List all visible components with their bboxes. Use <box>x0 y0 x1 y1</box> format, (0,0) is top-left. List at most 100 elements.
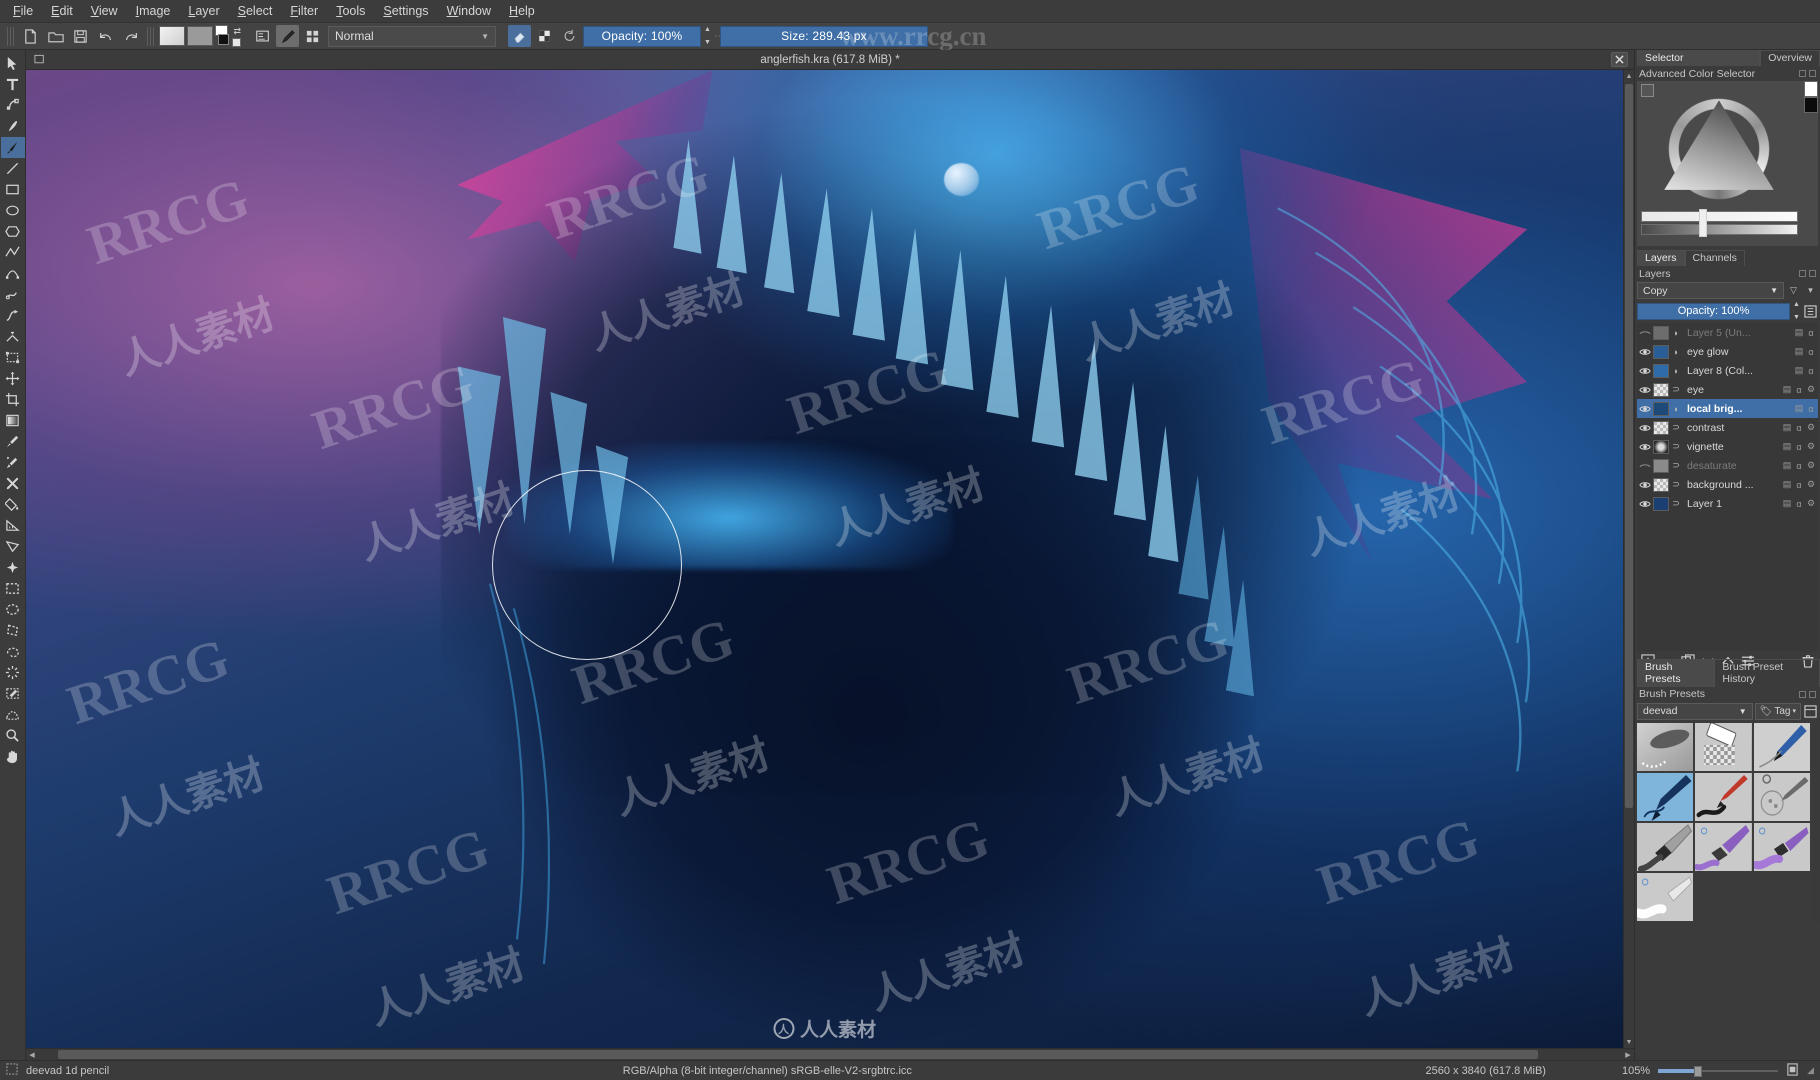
brush-preset-spray-brush[interactable] <box>1753 772 1810 821</box>
brush-preset-eraser-brush[interactable] <box>1695 722 1752 771</box>
brush-preset-ink-pen-brush[interactable] <box>1637 772 1694 821</box>
fit-page-icon[interactable] <box>1786 1062 1799 1079</box>
canvas[interactable]: RRCG 人人素材 RRCG 人人素材 RRCG 人人素材 RRCG 人人素材 RRCG 人人素材… <box>26 70 1623 1048</box>
pan-tool[interactable] <box>1 746 25 767</box>
freehand-path-tool[interactable] <box>1 284 25 305</box>
background-color-swatch[interactable] <box>1804 97 1818 113</box>
alpha-inherit-icon[interactable]: ◗ <box>1671 326 1681 339</box>
preserve-alpha-icon[interactable] <box>533 25 556 47</box>
lock-icon[interactable]: ▤ <box>1782 460 1792 471</box>
transparency-icon[interactable]: ⊃ <box>1671 440 1681 453</box>
layer-row[interactable]: ⊃ vignette ▤ α ⚙ <box>1637 437 1818 456</box>
lock-icon[interactable]: ▤ <box>1782 441 1792 452</box>
menu-item-view[interactable]: View <box>82 1 127 21</box>
multibrush-tool[interactable] <box>1 326 25 347</box>
layer-row[interactable]: ◗ local brig... ▤ α <box>1637 399 1818 418</box>
filter-icon[interactable]: ⚙ <box>1806 441 1816 452</box>
contiguous-selection-tool[interactable] <box>1 662 25 683</box>
text-tool[interactable] <box>1 74 25 95</box>
redo-icon[interactable] <box>119 25 142 47</box>
color-slider-1[interactable] <box>1641 211 1798 222</box>
new-document-icon[interactable] <box>19 25 42 47</box>
zoom-slider[interactable] <box>1658 1065 1779 1077</box>
gradient-swatch[interactable] <box>159 26 185 46</box>
filter-icon[interactable]: ⚙ <box>1806 384 1816 395</box>
layer-name[interactable]: local brig... <box>1683 403 1792 415</box>
layer-filter-icon[interactable]: ▽ <box>1786 282 1801 299</box>
scroll-up-arrow[interactable]: ▲ <box>1624 70 1634 82</box>
tab-channels[interactable]: Channels <box>1684 250 1745 266</box>
bezier-curve-tool[interactable] <box>1 263 25 284</box>
layer-name[interactable]: vignette <box>1683 441 1780 453</box>
layer-row[interactable]: ⊃ Layer 1 ▤ α ⚙ <box>1637 494 1818 513</box>
menu-item-window[interactable]: Window <box>438 1 500 21</box>
edit-shapes-tool[interactable] <box>1 95 25 116</box>
reset-rotation-icon[interactable] <box>558 25 581 47</box>
zoom-tool[interactable] <box>1 725 25 746</box>
alpha-inherit-icon[interactable]: ◗ <box>1671 402 1681 415</box>
crop-tool[interactable] <box>1 389 25 410</box>
opacity-slider[interactable]: Opacity: 100% <box>583 25 701 47</box>
brush-preset-pencil-brush[interactable] <box>1753 722 1810 771</box>
layer-row[interactable]: ◗ eye glow ▤ α <box>1637 342 1818 361</box>
bezier-selection-tool[interactable] <box>1 704 25 725</box>
color-slider-2[interactable] <box>1641 224 1798 235</box>
dock-controls[interactable] <box>1799 70 1816 77</box>
menu-item-filter[interactable]: Filter <box>281 1 327 21</box>
transform-tool[interactable] <box>1 347 25 368</box>
layer-name[interactable]: desaturate <box>1683 460 1780 472</box>
workspace-chooser-icon[interactable] <box>301 25 324 47</box>
lock-icon[interactable]: ▤ <box>1794 346 1804 357</box>
brush-grid-scrollbar[interactable] <box>1812 720 1820 923</box>
brush-preset-soft-blob-brush[interactable] <box>1637 722 1694 771</box>
vertical-scroll-thumb[interactable] <box>1625 84 1633 808</box>
toolbar-grip-2[interactable] <box>147 26 154 46</box>
layer-name[interactable]: contrast <box>1683 422 1780 434</box>
rectangular-selection-tool[interactable] <box>1 578 25 599</box>
menu-item-help[interactable]: Help <box>500 1 544 21</box>
polyline-tool[interactable] <box>1 242 25 263</box>
layer-row[interactable]: ⊃ eye ▤ α ⚙ <box>1637 380 1818 399</box>
filter-icon[interactable]: ⚙ <box>1806 460 1816 471</box>
alpha-inherit-icon[interactable]: ◗ <box>1671 345 1681 358</box>
layer-visibility-icon[interactable] <box>1638 440 1651 453</box>
layer-name[interactable]: Layer 5 (Un... <box>1683 327 1792 339</box>
layer-name[interactable]: eye glow <box>1683 346 1792 358</box>
brush-preset-grid[interactable] <box>1635 720 1812 923</box>
layer-name[interactable]: eye <box>1683 384 1780 396</box>
polygon-tool[interactable] <box>1 221 25 242</box>
advanced-color-selector[interactable] <box>1637 81 1818 246</box>
subwindow-icon[interactable] <box>34 53 47 71</box>
canvas-vertical-scrollbar[interactable]: ▲ ▼ <box>1623 70 1634 1048</box>
toolbar-grip[interactable] <box>7 26 14 46</box>
layer-opacity-slider[interactable]: Opacity: 100% <box>1637 302 1790 320</box>
color-slider-handle[interactable] <box>1699 209 1707 237</box>
dynamic-brush-tool[interactable] <box>1 305 25 326</box>
layer-properties-icon[interactable] <box>1803 303 1818 320</box>
tab-overview[interactable]: Overview <box>1760 50 1820 66</box>
brush-preset-airbrush-soft[interactable] <box>1637 872 1694 921</box>
fill-tool[interactable] <box>1 494 25 515</box>
alpha-lock-icon[interactable]: α <box>1806 403 1816 414</box>
layer-name[interactable]: Layer 8 (Col... <box>1683 365 1792 377</box>
layer-visibility-icon[interactable] <box>1638 478 1651 491</box>
layer-visibility-icon[interactable] <box>1638 383 1651 396</box>
close-icon[interactable] <box>1611 52 1628 67</box>
filter-icon[interactable]: ⚙ <box>1806 422 1816 433</box>
selection-mode-icon[interactable] <box>6 1063 18 1078</box>
layers-dock-controls[interactable] <box>1799 270 1816 277</box>
ellipse-tool[interactable] <box>1 200 25 221</box>
resource-storage-icon[interactable] <box>1803 703 1818 720</box>
eraser-toggle-icon[interactable] <box>508 25 531 47</box>
lock-icon[interactable]: ▤ <box>1794 365 1804 376</box>
freehand-selection-tool[interactable] <box>1 641 25 662</box>
layer-row[interactable]: ⊃ background ... ▤ α ⚙ <box>1637 475 1818 494</box>
save-icon[interactable] <box>69 25 92 47</box>
selector-settings-icon[interactable] <box>1641 84 1654 97</box>
elliptical-selection-tool[interactable] <box>1 599 25 620</box>
alpha-lock-icon[interactable]: α <box>1794 384 1804 395</box>
status-zoom-level[interactable]: 105% <box>1622 1065 1650 1077</box>
layer-row[interactable]: ⊃ contrast ▤ α ⚙ <box>1637 418 1818 437</box>
brush-preset-dry-blender-brush[interactable] <box>1753 822 1810 871</box>
pattern-swatch[interactable] <box>187 26 213 46</box>
